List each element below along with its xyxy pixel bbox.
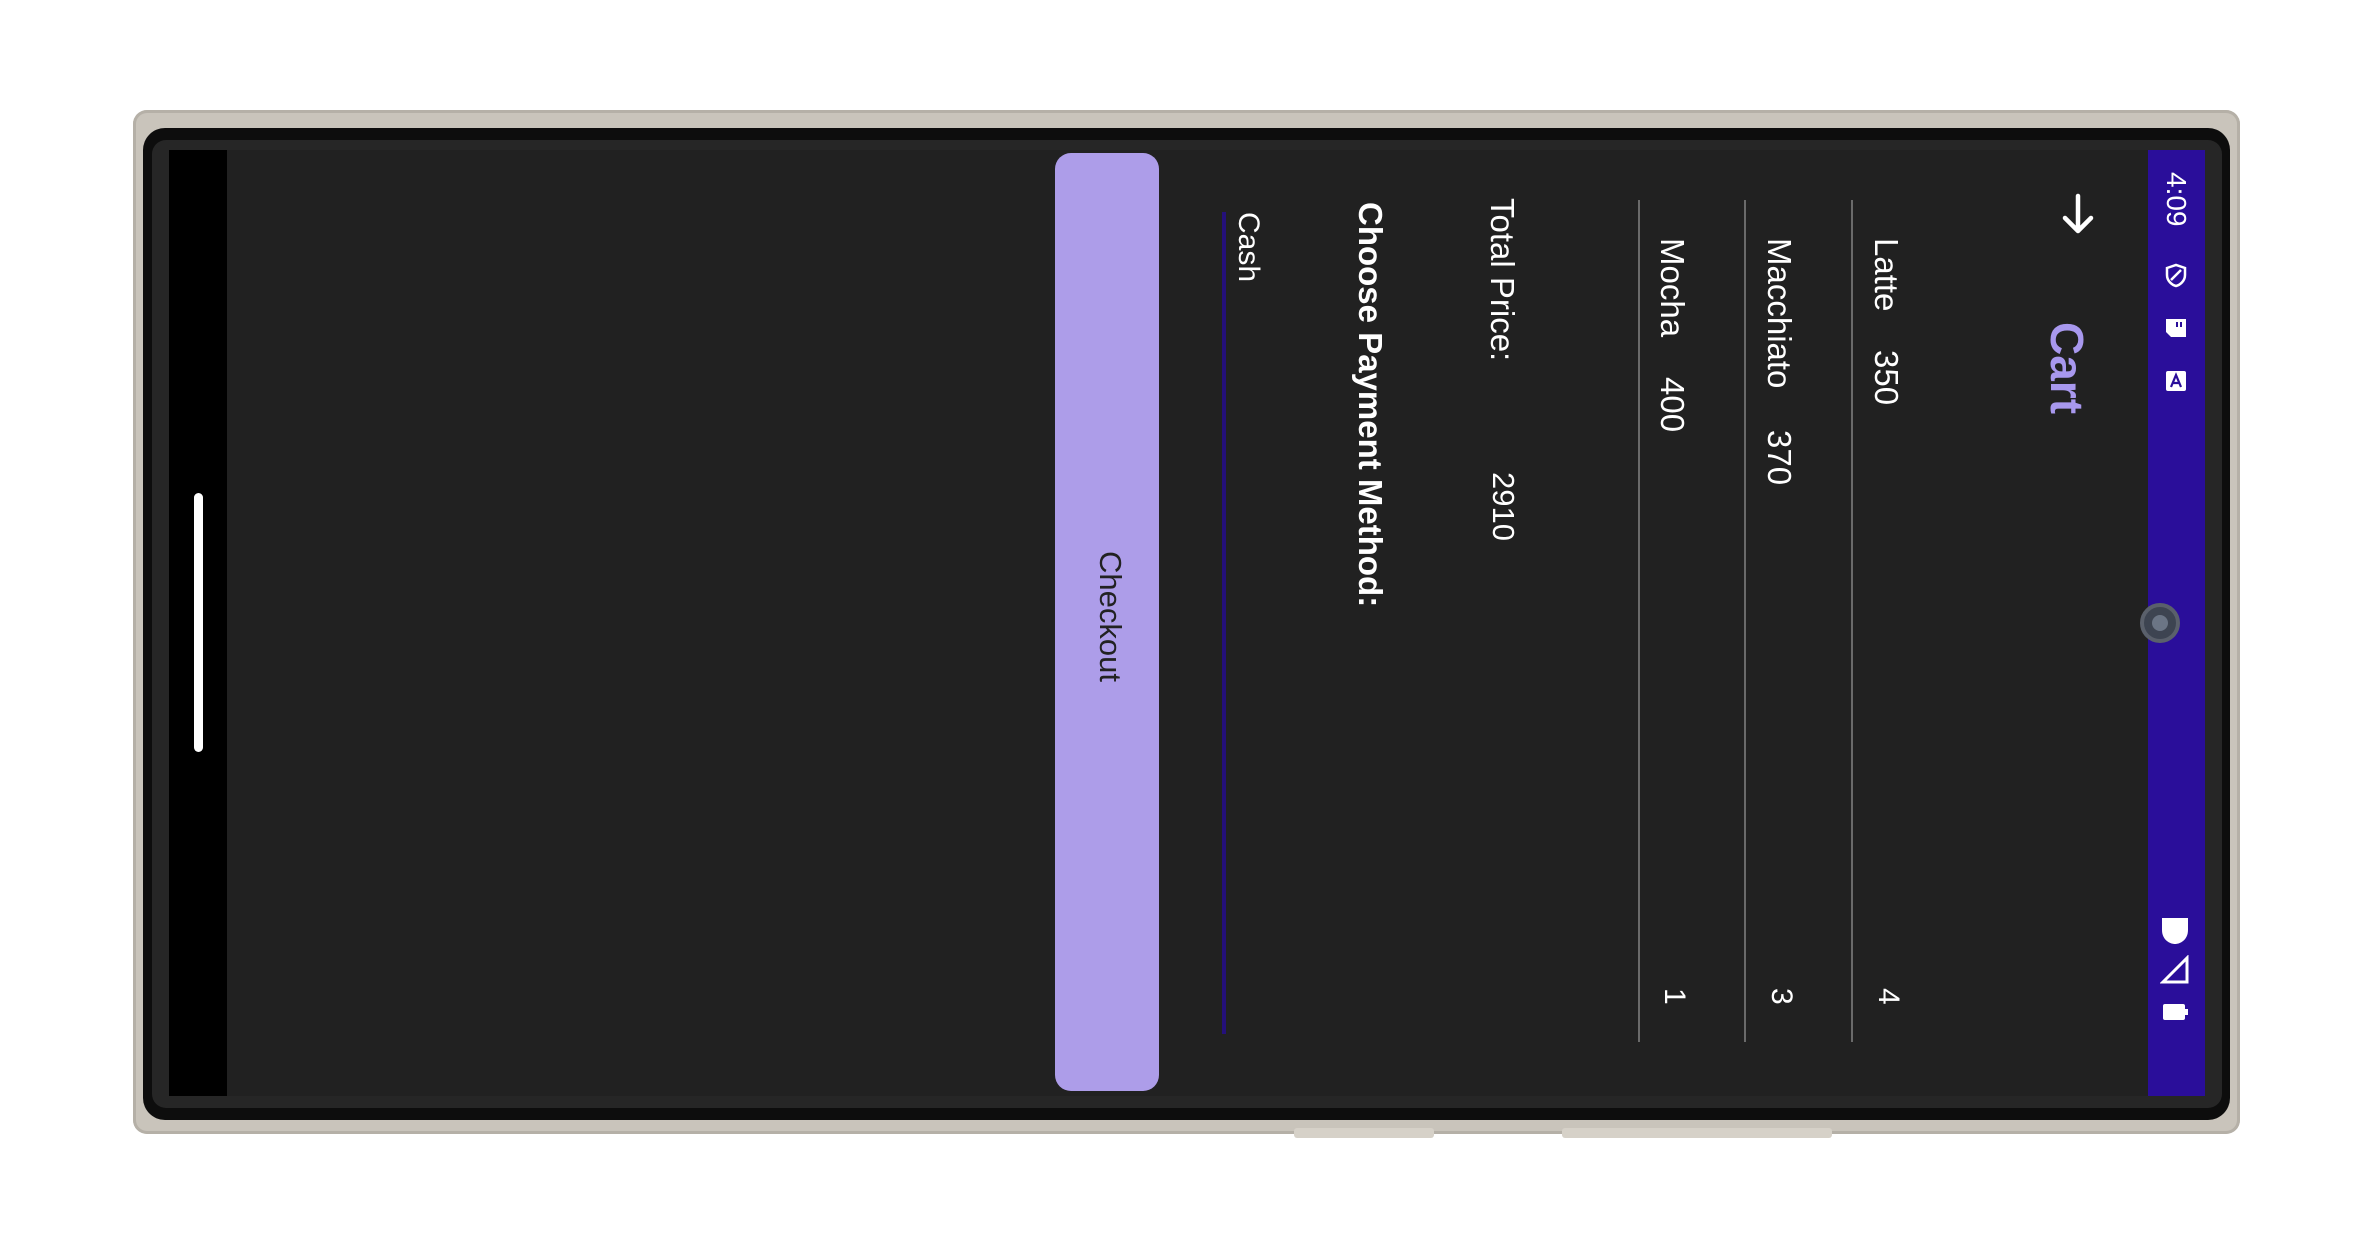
list-divider (1851, 200, 1853, 1042)
total-price-label: Total Price: (1484, 198, 1521, 362)
arrow-back-icon (2062, 193, 2094, 234)
cart-item-price: 350 (1868, 350, 1905, 406)
device-button (1294, 1128, 1434, 1138)
checkout-label: Checkout (1093, 551, 1128, 682)
list-divider (1744, 200, 1746, 1042)
payment-method-label: Choose Payment Method: (1352, 202, 1389, 608)
cart-item-quantity: 3 (1765, 988, 1798, 1005)
checkout-button[interactable]: Checkout (1055, 153, 1159, 1091)
navigation-bar (169, 150, 227, 1096)
cart-item-name: Latte (1868, 238, 1905, 312)
app-screen: Checkout Cash Choose Payment Method: Tot… (169, 150, 2205, 1096)
shield-icon (2165, 263, 2187, 288)
payment-option-cash[interactable]: Cash (1231, 212, 1265, 282)
cart-item-price: 370 (1761, 430, 1798, 486)
home-gesture-handle[interactable] (194, 493, 203, 752)
sd-card-icon (2166, 319, 2186, 337)
cart-item-quantity: 4 (1872, 988, 1905, 1005)
status-time: 4:09 (2161, 172, 2192, 227)
cart-item-name: Mocha (1654, 238, 1691, 338)
battery-icon (2163, 1004, 2188, 1020)
total-price-value: 2910 (1486, 472, 1521, 541)
page-title: Cart (2041, 322, 2093, 415)
cart-item-price: 400 (1654, 377, 1691, 433)
list-divider (1638, 200, 1640, 1042)
device-button (1562, 1128, 1832, 1138)
back-button[interactable] (2055, 190, 2101, 236)
cellular-signal-icon (2160, 955, 2189, 984)
cart-item-quantity: 1 (1658, 988, 1691, 1005)
wifi-icon (2162, 918, 2188, 944)
front-camera (2140, 603, 2180, 643)
cart-item-name: Macchiato (1761, 238, 1798, 389)
font-a-icon (2166, 371, 2186, 391)
payment-dropdown-underline[interactable] (1222, 212, 1226, 1034)
